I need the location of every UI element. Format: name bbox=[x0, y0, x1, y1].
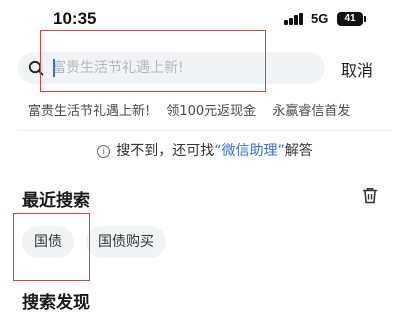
status-bar: 10:35 5G 41 bbox=[0, 0, 410, 40]
help-hint: i 搜不到，还可找“微信助理”解答 bbox=[0, 140, 410, 160]
suggestion-row: 富贵生活节礼遇上新! 领100元返现金 永赢睿信首发 bbox=[28, 100, 410, 120]
help-hint-prefix: 搜不到，还可找 bbox=[116, 143, 215, 159]
network-label: 5G bbox=[311, 11, 329, 26]
signal-icon bbox=[284, 13, 304, 25]
info-icon: i bbox=[97, 145, 111, 158]
suggestion-item[interactable]: 永赢睿信首发 bbox=[272, 100, 350, 119]
discover-title: 搜索发现 bbox=[22, 293, 90, 313]
recent-search-title: 最近搜索 bbox=[22, 191, 90, 211]
suggestion-item[interactable]: 领100元返现金 bbox=[166, 100, 256, 119]
suggestion-item[interactable]: 富贵生活节礼遇上新! bbox=[28, 100, 150, 119]
help-hint-suffix: 解答 bbox=[284, 143, 313, 159]
cancel-button[interactable]: 取消 bbox=[341, 57, 373, 80]
search-input[interactable] bbox=[52, 52, 322, 84]
trash-icon[interactable] bbox=[362, 187, 378, 204]
battery-cap bbox=[364, 16, 366, 22]
text-caret bbox=[53, 59, 55, 77]
divider bbox=[18, 130, 392, 131]
search-screen: 10:35 5G 41 取消 富贵生活节礼遇上新! 领100元返现金 永赢睿信首… bbox=[0, 0, 410, 322]
battery-icon: 41 bbox=[337, 12, 363, 26]
search-icon bbox=[28, 60, 44, 76]
recent-search-chip[interactable]: 国债 bbox=[22, 226, 74, 258]
wechat-assistant-link[interactable]: “微信助理” bbox=[214, 143, 285, 159]
status-time: 10:35 bbox=[53, 9, 97, 28]
recent-search-chip[interactable]: 国债购买 bbox=[86, 226, 166, 258]
